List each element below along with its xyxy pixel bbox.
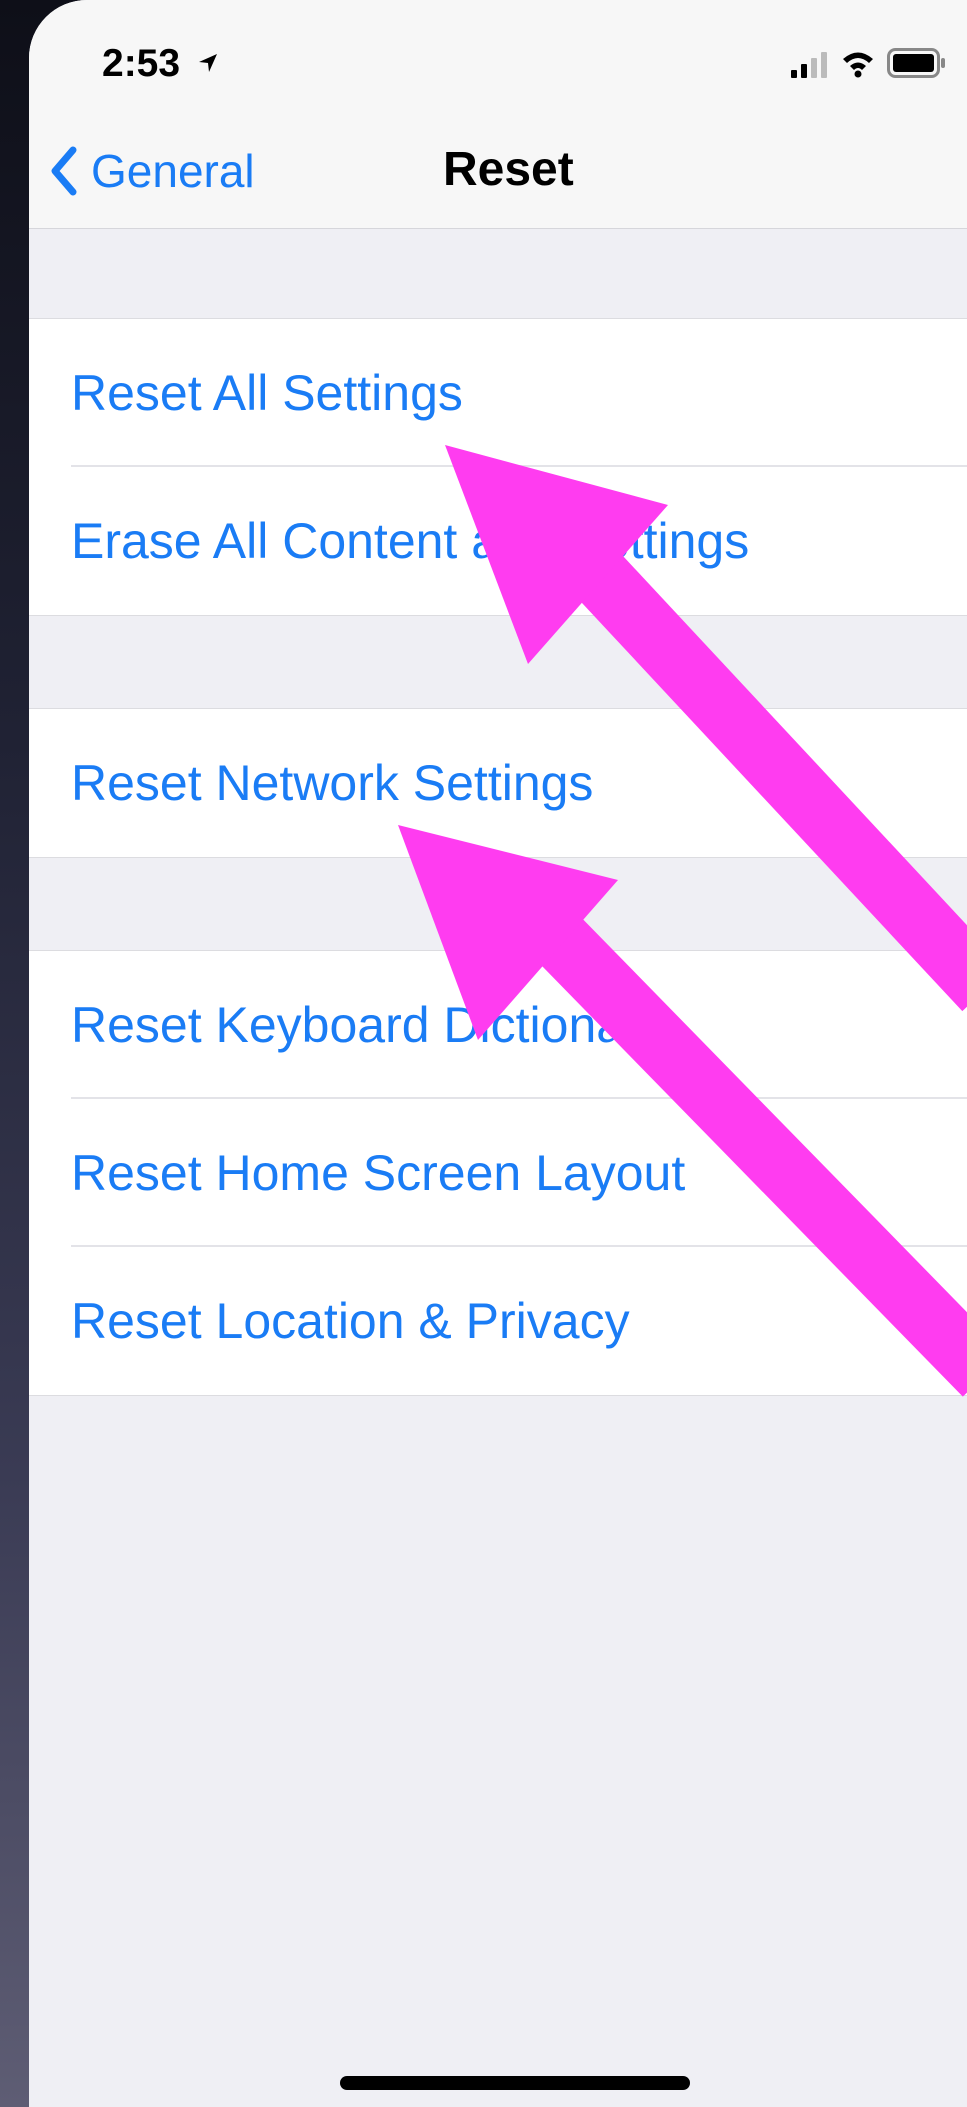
reset-home-screen-layout-row[interactable]: Reset Home Screen Layout [29, 1099, 967, 1247]
wifi-icon [843, 52, 873, 78]
status-time: 2:53 [102, 42, 181, 85]
page-title: Reset [443, 143, 574, 196]
location-arrow-icon [199, 54, 217, 72]
reset-keyboard-dictionary-row[interactable]: Reset Keyboard Dictionary [29, 951, 967, 1099]
home-indicator [340, 2076, 690, 2090]
reset-home-screen-layout-label: Reset Home Screen Layout [71, 1145, 686, 1201]
chevron-left-icon [51, 146, 77, 196]
reset-network-settings-row[interactable]: Reset Network Settings [29, 709, 967, 857]
reset-all-settings-row[interactable]: Reset All Settings [29, 319, 967, 467]
battery-icon [887, 48, 945, 78]
settings-group-1: Reset All Settings Erase All Content and… [29, 318, 967, 616]
navigation-bar: General Reset [29, 118, 967, 229]
signal-icon [791, 52, 827, 78]
reset-keyboard-dictionary-label: Reset Keyboard Dictionary [71, 997, 666, 1053]
back-button[interactable]: General [49, 136, 255, 206]
reset-location-privacy-row[interactable]: Reset Location & Privacy [29, 1247, 967, 1395]
screenshot-stage: 2:53 General Reset Reset All Settings Er… [0, 0, 967, 2107]
erase-all-content-label: Erase All Content and Settings [71, 513, 750, 569]
reset-network-settings-label: Reset Network Settings [71, 755, 594, 811]
settings-group-3: Reset Keyboard Dictionary Reset Home Scr… [29, 950, 967, 1396]
phone-screen: 2:53 General Reset Reset All Settings Er… [29, 0, 967, 2107]
reset-location-privacy-label: Reset Location & Privacy [71, 1293, 630, 1349]
status-bar: 2:53 [29, 0, 967, 118]
reset-all-settings-label: Reset All Settings [71, 365, 463, 421]
erase-all-content-row[interactable]: Erase All Content and Settings [29, 467, 967, 615]
back-button-label: General [91, 145, 255, 197]
settings-group-2: Reset Network Settings [29, 708, 967, 858]
